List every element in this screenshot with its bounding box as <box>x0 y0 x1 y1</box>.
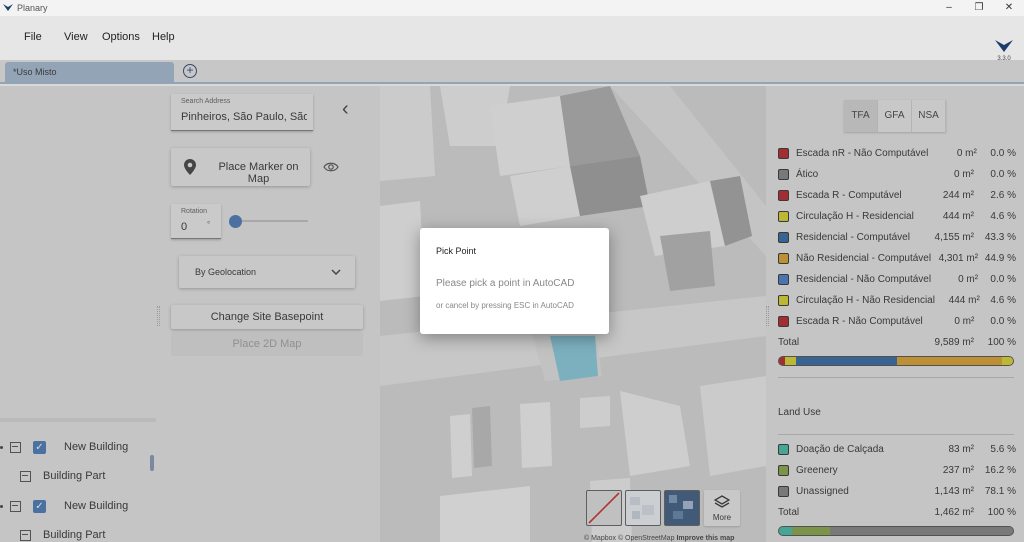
brand-logo: 3.3.0 <box>992 40 1016 62</box>
pick-point-dialog: Pick Point Please pick a point in AutoCA… <box>420 228 609 334</box>
menu-help[interactable]: Help <box>152 31 175 43</box>
menu-file[interactable]: File <box>24 31 42 43</box>
app-logo-icon <box>3 4 13 11</box>
menu-bar: File View Options Help 3.3.0 <box>0 16 1024 62</box>
window-title: Planary <box>17 3 48 13</box>
close-button[interactable]: ✕ <box>994 0 1024 16</box>
dialog-subtext: or cancel by pressing ESC in AutoCAD <box>436 301 574 310</box>
brand-logo-icon <box>995 40 1013 52</box>
window-titlebar: Planary – ❐ ✕ <box>0 0 1024 16</box>
menu-view[interactable]: View <box>64 31 88 43</box>
dialog-title: Pick Point <box>436 246 477 256</box>
dialog-message: Please pick a point in AutoCAD <box>436 278 575 289</box>
minimize-button[interactable]: – <box>934 0 964 16</box>
menu-options[interactable]: Options <box>102 31 140 43</box>
restore-button[interactable]: ❐ <box>964 0 994 16</box>
